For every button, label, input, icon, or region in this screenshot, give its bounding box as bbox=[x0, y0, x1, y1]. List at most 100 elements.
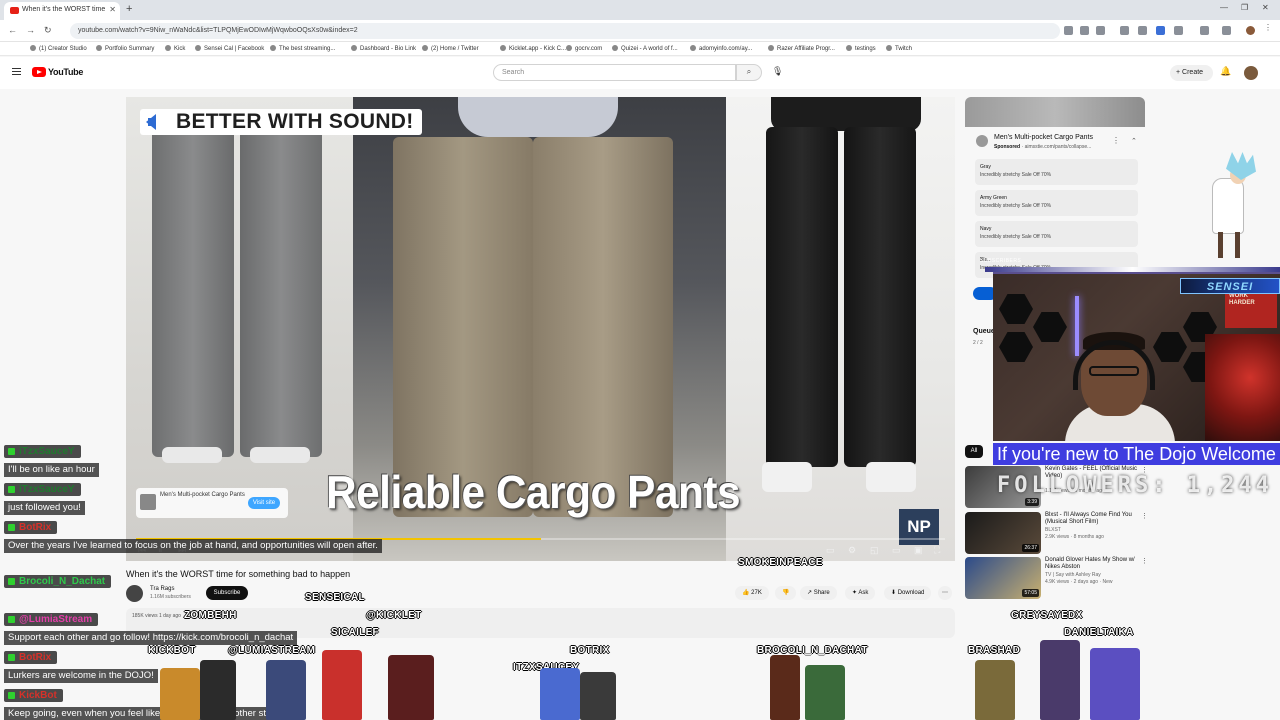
chat-message-text: just followed you! bbox=[4, 501, 85, 515]
ad-option[interactable]: Gray Incredibly stretchy Sale Off 70% bbox=[975, 159, 1138, 185]
menu-dots-icon[interactable]: ⋮ bbox=[1264, 23, 1273, 32]
chat-username-text: BotRix bbox=[19, 522, 52, 533]
back-icon[interactable]: ← bbox=[8, 25, 17, 35]
theater-mode-icon[interactable]: ▭ bbox=[892, 545, 901, 556]
chat-username[interactable]: iTzxSauceY bbox=[4, 445, 81, 458]
recommendation-channel: BLXST bbox=[1045, 527, 1061, 533]
extension-icon[interactable] bbox=[1222, 26, 1231, 35]
extension-icon[interactable] bbox=[1174, 26, 1183, 35]
browser-tab[interactable]: When it's the WORST time ✕ bbox=[4, 2, 120, 20]
recommendation-thumbnail[interactable]: 57:05 bbox=[965, 557, 1041, 599]
chat-username[interactable]: BotRix bbox=[4, 651, 58, 664]
extension-icon[interactable] bbox=[1138, 26, 1147, 35]
new-tab-button[interactable]: + bbox=[126, 3, 132, 15]
minimize-icon[interactable]: — bbox=[1220, 3, 1228, 12]
bookmarks-bar: (1) Creator Studio Portfolio Summary Kick S… bbox=[0, 42, 1280, 56]
ad-menu-icon[interactable]: ⋮ bbox=[1112, 136, 1120, 145]
bookmark-label: The best streaming... bbox=[279, 46, 336, 52]
captions-icon[interactable]: ▭ bbox=[826, 545, 835, 556]
cast-icon[interactable]: ▣ bbox=[914, 545, 923, 556]
video-duration: 26:37 bbox=[1022, 544, 1039, 552]
browser-tab-bar: When it's the WORST time ✕ + — ❐ ✕ bbox=[0, 0, 1280, 20]
bookmark-item[interactable]: (2) Home / Twitter bbox=[422, 45, 479, 52]
bookmark-item[interactable]: (1) Creator Studio bbox=[30, 45, 87, 52]
like-button[interactable]: 👍 27K bbox=[735, 586, 769, 600]
bookmark-favicon-icon bbox=[768, 45, 774, 51]
recommendation-item[interactable]: 57:05 Donald Glover Hates My Show w/ Nike… bbox=[965, 557, 1148, 599]
share-button[interactable]: ↗ Share bbox=[800, 586, 837, 600]
profile-avatar[interactable] bbox=[1246, 26, 1255, 35]
bookmark-item[interactable]: Razer Affiliate Progr... bbox=[768, 45, 835, 52]
chat-username[interactable]: BotRix bbox=[4, 521, 58, 534]
bookmark-item[interactable]: testings bbox=[846, 45, 876, 52]
bookmark-label: Quizei - A world of f... bbox=[621, 46, 678, 52]
ask-button[interactable]: ✦ Ask bbox=[845, 586, 876, 600]
menu-icon[interactable] bbox=[12, 68, 21, 75]
close-window-icon[interactable]: ✕ bbox=[1262, 3, 1269, 12]
bookmark-item[interactable]: Dashboard - Bio Link bbox=[351, 45, 416, 52]
bookmark-item[interactable]: Twitch bbox=[886, 45, 912, 52]
extension-icon[interactable] bbox=[1120, 26, 1129, 35]
chat-message: BotRix Lurkers are welcome in the DOJO! bbox=[4, 647, 158, 683]
zoom-icon[interactable] bbox=[1080, 26, 1089, 35]
extension-icon[interactable] bbox=[1156, 26, 1165, 35]
chat-username[interactable]: iTzxSauceY bbox=[4, 483, 81, 496]
bookmark-label: testings bbox=[855, 46, 876, 52]
download-button[interactable]: ⬇ Download bbox=[884, 586, 932, 600]
bookmark-item[interactable]: The best streaming... bbox=[270, 45, 335, 52]
bookmark-item[interactable]: Kick bbox=[165, 45, 185, 52]
filter-chip-all[interactable]: All bbox=[965, 445, 983, 458]
recommendation-item[interactable]: 26:37 Blxst - I'll Always Come Find You (… bbox=[965, 512, 1148, 554]
microphone-icon[interactable]: 🎙 bbox=[772, 66, 783, 77]
create-button[interactable]: + Create bbox=[1170, 65, 1213, 81]
forward-icon[interactable]: → bbox=[26, 25, 35, 35]
settings-gear-icon[interactable]: ⚙ bbox=[848, 545, 856, 556]
chat-username-text: KickBot bbox=[19, 690, 57, 701]
more-actions-icon[interactable]: ⋯ bbox=[938, 586, 952, 600]
chat-message: iTzxSauceY just followed you! bbox=[4, 479, 85, 515]
url-field[interactable]: youtube.com/watch?v=9Niw_nWaNdc&list=TLP… bbox=[70, 23, 1060, 39]
bookmark-item[interactable]: adomyinfo.com/ay... bbox=[690, 45, 752, 52]
reload-icon[interactable]: ↻ bbox=[44, 25, 52, 36]
chat-username-text: iTzxSauceY bbox=[19, 446, 75, 457]
chat-username[interactable]: Brocoli_N_Dachat bbox=[4, 575, 112, 588]
sidebar-icon[interactable] bbox=[1200, 26, 1209, 35]
recommendation-menu-icon[interactable]: ⋮ bbox=[1141, 557, 1148, 565]
dislike-button[interactable]: 👎 bbox=[775, 586, 797, 600]
bookmark-item[interactable]: Sensei Cal | Facebook bbox=[195, 45, 264, 52]
ad-option[interactable]: Navy Incredibly stretchy Sale Off 70% bbox=[975, 221, 1138, 247]
recommendation-menu-icon[interactable]: ⋮ bbox=[1141, 512, 1148, 520]
bookmark-item[interactable]: gocrv.com bbox=[566, 45, 602, 52]
bookmark-item[interactable]: Portfolio Summary bbox=[96, 45, 154, 52]
extension-icon[interactable] bbox=[1064, 26, 1073, 35]
chat-username[interactable]: KickBot bbox=[4, 689, 63, 702]
game-character-sprite bbox=[975, 660, 1015, 720]
create-label: Create bbox=[1182, 69, 1204, 76]
search-icon[interactable]: ⌕ bbox=[736, 64, 762, 81]
bookmark-label: (2) Home / Twitter bbox=[431, 46, 479, 52]
youtube-logo-icon[interactable] bbox=[32, 67, 46, 77]
chat-username[interactable]: @LumiaStream bbox=[4, 613, 99, 626]
miniplayer-icon[interactable]: ◱ bbox=[870, 545, 879, 556]
notifications-bell-icon[interactable]: 🔔 bbox=[1220, 66, 1231, 77]
game-character-sprite bbox=[322, 650, 362, 720]
bookmark-star-icon[interactable] bbox=[1096, 26, 1105, 35]
sidebar-ad-title[interactable]: Men's Multi-pocket Cargo Pants bbox=[994, 134, 1093, 141]
ad-option[interactable]: Army Green Incredibly stretchy Sale Off 7… bbox=[975, 190, 1138, 216]
stream-screen: When it's the WORST time ✕ + — ❐ ✕ ← → ↻… bbox=[0, 0, 1280, 720]
recommendation-title[interactable]: Blxst - I'll Always Come Find You (Music… bbox=[1045, 512, 1140, 526]
bookmark-label: gocrv.com bbox=[575, 46, 603, 52]
recommendation-thumbnail[interactable]: 26:37 bbox=[965, 512, 1041, 554]
account-avatar[interactable] bbox=[1244, 66, 1258, 80]
bookmark-item[interactable]: Kicklet.app - Kick C... bbox=[500, 45, 566, 52]
close-tab-icon[interactable]: ✕ bbox=[109, 5, 116, 14]
fullscreen-icon[interactable]: ⛶ bbox=[934, 545, 940, 556]
bookmark-label: Razer Affiliate Progr... bbox=[777, 46, 835, 52]
bookmark-item[interactable]: Quizei - A world of f... bbox=[612, 45, 678, 52]
chat-username-text: BotRix bbox=[19, 652, 52, 663]
chevron-up-icon[interactable]: ⌃ bbox=[1131, 137, 1137, 145]
youtube-logo-text[interactable]: YouTube bbox=[48, 67, 83, 77]
maximize-icon[interactable]: ❐ bbox=[1241, 3, 1248, 12]
search-input[interactable]: Search bbox=[493, 64, 736, 81]
recommendation-title[interactable]: Donald Glover Hates My Show w/ Nikes Abs… bbox=[1045, 557, 1140, 571]
